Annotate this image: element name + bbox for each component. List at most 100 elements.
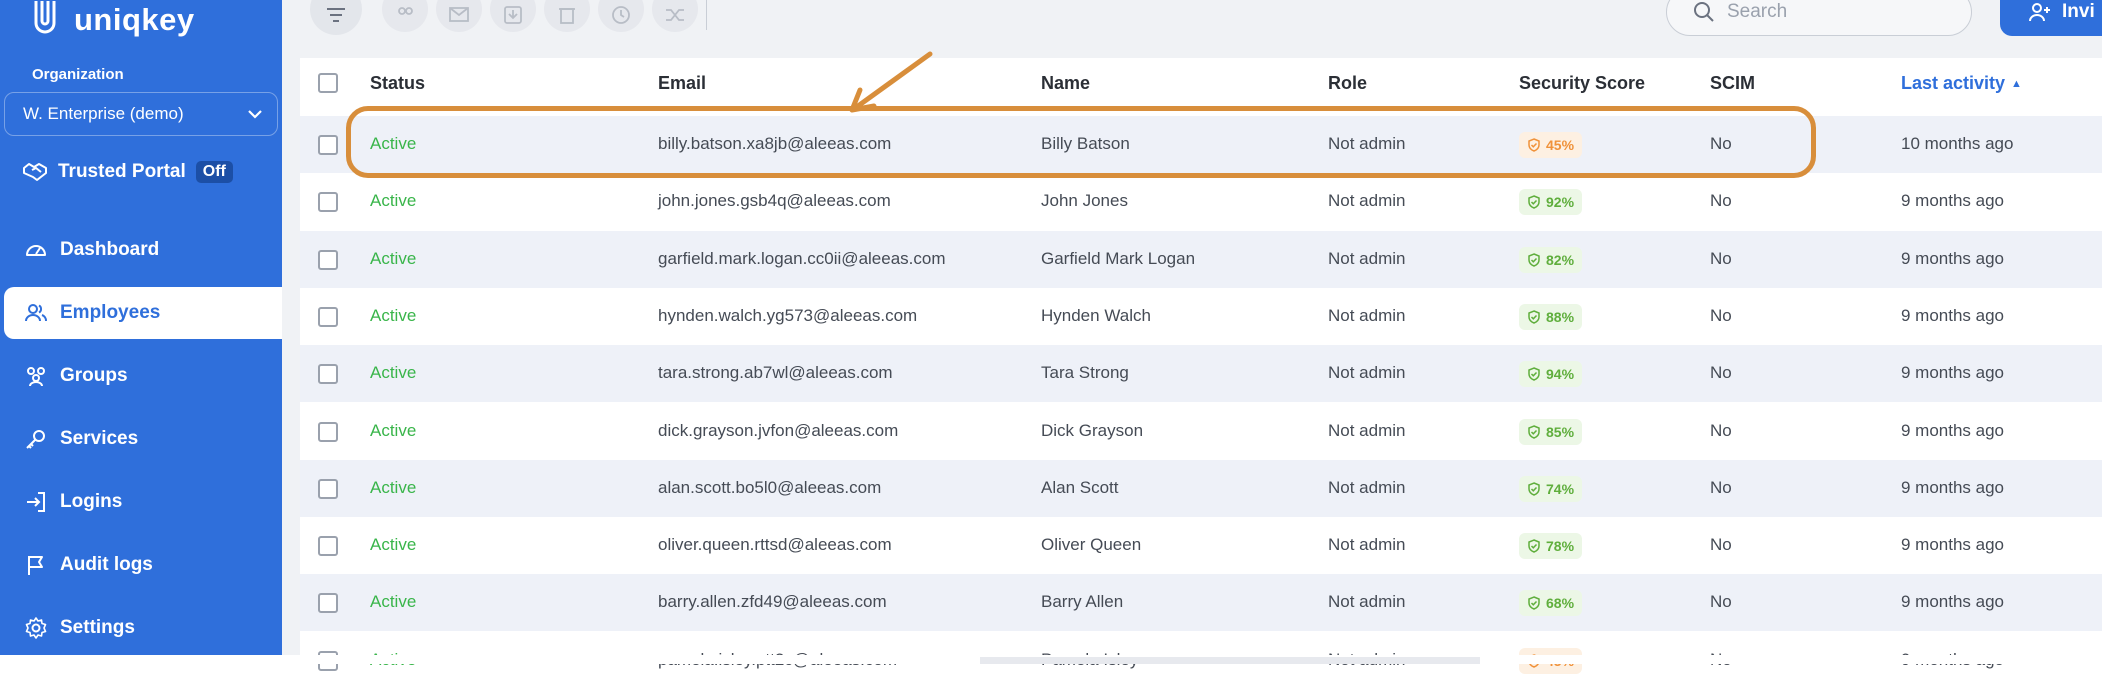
security-score-value: 88% (1546, 308, 1575, 325)
sidebar-item-employees[interactable]: Employees (4, 287, 282, 339)
history-button[interactable] (598, 0, 644, 32)
table-row[interactable]: Active dick.grayson.jvfon@aleeas.com Dick … (300, 403, 2102, 460)
select-all-checkbox[interactable] (318, 73, 338, 93)
security-score-value: 68% (1546, 595, 1575, 612)
last-activity-cell: 9 months ago (1901, 420, 2005, 440)
column-header-security-score[interactable]: Security Score (1519, 73, 1645, 94)
search-input[interactable]: Search (1666, 0, 1972, 36)
status-cell: Active (370, 191, 417, 211)
column-header-role[interactable]: Role (1328, 73, 1367, 94)
delete-button[interactable] (544, 0, 590, 32)
security-score-badge: 92% (1519, 189, 1583, 216)
scim-cell: No (1710, 305, 1732, 325)
role-cell: Not admin (1328, 535, 1406, 555)
column-header-email[interactable]: Email (658, 73, 706, 94)
last-activity-cell: 9 months ago (1901, 535, 2005, 555)
table-row[interactable]: Active tara.strong.ab7wl@aleeas.com Tara S… (300, 345, 2102, 403)
column-header-last-activity-label: Last activity (1901, 72, 2006, 93)
row-checkbox[interactable] (318, 421, 338, 442)
security-score-value: 94% (1546, 366, 1575, 383)
search-icon (1694, 2, 1714, 22)
row-checkbox[interactable] (318, 536, 338, 557)
email-cell: barry.allen.zfd49@aleeas.com (658, 592, 887, 612)
sidebar-item-settings[interactable]: Settings (4, 602, 282, 654)
row-checkbox[interactable] (318, 593, 338, 614)
horizontal-scrollbar[interactable] (980, 657, 1480, 664)
role-cell: Not admin (1328, 305, 1406, 325)
column-header-status[interactable]: Status (370, 73, 425, 94)
scim-cell: No (1710, 535, 1732, 555)
last-activity-cell: 9 months ago (1901, 592, 2005, 612)
shield-icon (1528, 195, 1540, 210)
email-cell: garfield.mark.logan.cc0ii@aleeas.com (658, 248, 946, 268)
shuffle-button[interactable] (652, 0, 698, 32)
role-cell: Not admin (1328, 363, 1406, 383)
sidebar-item-label: Dashboard (60, 239, 160, 260)
organization-label: Organization (32, 66, 124, 83)
column-header-last-activity[interactable]: Last activity ▲ (1901, 73, 2022, 94)
brand-logo[interactable]: uniqkey (30, 0, 195, 46)
mail-icon (449, 7, 469, 22)
security-score-badge: 88% (1519, 303, 1583, 330)
user-add-icon (2029, 3, 2050, 22)
shield-icon (1528, 424, 1540, 439)
security-score-badge: 68% (1519, 590, 1583, 617)
sort-ascending-icon: ▲ (2011, 77, 2022, 90)
sidebar-item-label: Logins (60, 491, 123, 512)
scim-cell: No (1710, 477, 1732, 497)
table-row[interactable]: Active barry.allen.zfd49@aleeas.com Barry … (300, 574, 2102, 632)
email-cell: dick.grayson.jvfon@aleeas.com (658, 420, 899, 440)
shield-icon (1528, 252, 1540, 267)
row-checkbox[interactable] (318, 478, 338, 499)
table-row[interactable]: Active alan.scott.bo5l0@aleeas.com Alan Sc… (300, 459, 2102, 517)
email-cell: tara.strong.ab7wl@aleeas.com (658, 363, 893, 383)
filter-button[interactable] (310, 0, 362, 35)
column-header-scim[interactable]: SCIM (1710, 73, 1755, 94)
table-header: Status Email Name Role Security Score SC… (300, 58, 2102, 108)
trusted-portal-toggle[interactable]: Trusted Portal Off (22, 156, 233, 188)
highlight-annotation-box (346, 106, 1816, 178)
handshake-icon (23, 163, 47, 181)
trusted-portal-state-badge: Off (195, 161, 233, 183)
table-row[interactable]: Active oliver.queen.rttsd@aleeas.com Olive… (300, 517, 2102, 574)
last-activity-cell: 10 months ago (1901, 134, 2014, 153)
assign-group-button[interactable] (382, 0, 428, 32)
role-cell: Not admin (1328, 592, 1406, 612)
status-cell: Active (370, 477, 417, 497)
sidebar-item-audit-logs[interactable]: Audit logs (4, 539, 282, 591)
row-checkbox[interactable] (318, 135, 338, 155)
last-activity-cell: 9 months ago (1901, 191, 2005, 211)
sidebar-item-dashboard[interactable]: Dashboard (4, 224, 282, 276)
row-checkbox[interactable] (318, 192, 338, 213)
shield-icon (1528, 310, 1540, 324)
status-cell: Active (370, 420, 417, 440)
organization-select[interactable]: W. Enterprise (demo) (4, 92, 278, 136)
sidebar-item-groups[interactable]: Groups (4, 350, 282, 402)
security-score-value: 82% (1546, 251, 1575, 268)
sidebar-item-services[interactable]: Services (4, 413, 282, 465)
trusted-portal-label: Trusted Portal (58, 161, 186, 182)
security-score-value: 85% (1546, 423, 1575, 440)
invite-button-label: Invi (2062, 1, 2095, 22)
sidebar-item-logins[interactable]: Logins (4, 476, 282, 528)
column-header-name[interactable]: Name (1041, 73, 1090, 94)
table-row[interactable]: Active hynden.walch.yg573@aleeas.com Hynde… (300, 288, 2102, 345)
last-activity-cell: 9 months ago (1901, 363, 2005, 383)
trash-icon (559, 8, 575, 24)
table-row[interactable]: Active john.jones.gsb4q@aleeas.com John Jo… (300, 173, 2102, 230)
invite-button[interactable]: Invi (2000, 0, 2102, 36)
organization-value: W. Enterprise (demo) (23, 104, 184, 123)
status-cell: Active (370, 305, 417, 325)
security-score-badge: 85% (1519, 418, 1583, 445)
row-checkbox[interactable] (318, 306, 338, 327)
email-button[interactable] (436, 0, 482, 32)
security-score-value: 92% (1546, 194, 1575, 211)
login-icon (27, 492, 45, 512)
table-row[interactable]: Active garfield.mark.logan.cc0ii@aleeas.c… (300, 230, 2102, 288)
security-score-badge: 94% (1519, 361, 1583, 388)
email-cell: alan.scott.bo5l0@aleeas.com (658, 477, 882, 497)
row-checkbox[interactable] (318, 249, 338, 270)
download-icon (504, 6, 522, 24)
export-button[interactable] (490, 0, 536, 32)
row-checkbox[interactable] (318, 364, 338, 385)
